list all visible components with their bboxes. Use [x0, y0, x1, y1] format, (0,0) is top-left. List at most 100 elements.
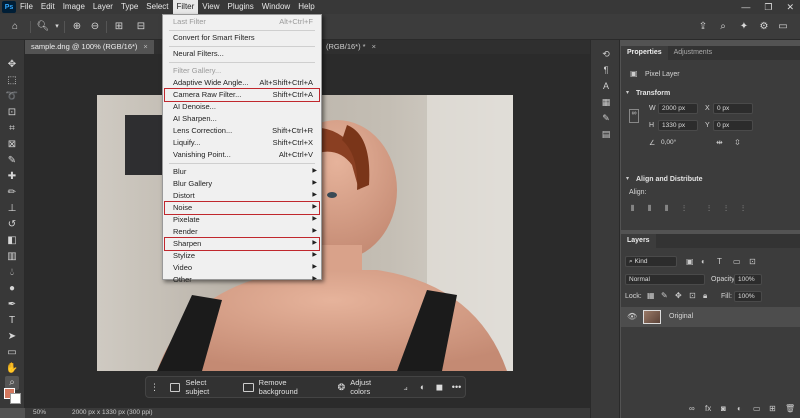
menu-filter[interactable]: Filter	[172, 0, 199, 14]
eyedropper-tool-icon[interactable]: ✎	[5, 154, 19, 168]
opacity-field[interactable]: 100%	[734, 274, 762, 285]
align-bottom-icon[interactable]: ⫶	[725, 204, 727, 214]
object-selection-tool-icon[interactable]: ⊡	[5, 106, 19, 120]
maximize-icon[interactable]: ❐	[764, 2, 772, 13]
close-icon[interactable]: ✕	[786, 2, 794, 13]
crop-tool-icon[interactable]: ⌗	[5, 122, 19, 136]
menu-view[interactable]: View	[198, 0, 223, 14]
rectangle-tool-icon[interactable]: ▭	[5, 346, 19, 360]
menu-item-ai-sharpen[interactable]: AI Sharpen...	[163, 113, 321, 125]
blend-mode-select[interactable]: Normal	[625, 274, 705, 285]
x-field[interactable]: 0 px	[713, 103, 753, 114]
menu-item-filter-gallery[interactable]: Filter Gallery...	[163, 65, 321, 77]
background-color-swatch[interactable]	[10, 393, 21, 404]
layer-name[interactable]: Original	[669, 313, 693, 320]
healing-brush-tool-icon[interactable]: ✚	[5, 170, 19, 184]
fit-screen-icon[interactable]: ⊞	[112, 20, 126, 34]
distribute-icon[interactable]: ⫶	[742, 204, 744, 214]
lock-artboard-icon[interactable]: ⊡	[689, 291, 696, 300]
gear-icon[interactable]: ⚙	[757, 20, 771, 34]
menu-item-blur[interactable]: Blur ▶	[163, 166, 321, 178]
lock-position-icon[interactable]: ✥	[675, 291, 682, 300]
home-icon[interactable]: ⌂	[8, 20, 22, 34]
tab-sample-dng[interactable]: sample.dng @ 100% (RGB/16*) ×	[25, 40, 154, 54]
y-field[interactable]: 0 px	[713, 120, 753, 131]
filter-shape-icon[interactable]: ▭	[733, 257, 741, 266]
align-center-v-icon[interactable]: ⫶	[708, 204, 710, 214]
learn-icon[interactable]: ✦	[737, 20, 751, 34]
tab-adjustments[interactable]: Adjustments	[668, 46, 719, 60]
fill-screen-icon[interactable]: ⊟	[134, 20, 148, 34]
dodge-tool-icon[interactable]: ●	[5, 282, 19, 296]
chevron-down-icon[interactable]: ▾	[626, 175, 629, 182]
tab-properties[interactable]: Properties	[621, 46, 668, 60]
workspace-icon[interactable]: ▭	[776, 20, 790, 34]
align-top-icon[interactable]: ⫶	[683, 204, 685, 214]
menu-item-render[interactable]: Render ▶	[163, 226, 321, 238]
tab-close-icon[interactable]: ×	[143, 42, 147, 51]
filter-pixel-icon[interactable]: ▣	[686, 257, 694, 266]
libraries-icon[interactable]: ▦	[600, 96, 612, 108]
more-options-button[interactable]: •••	[448, 382, 465, 392]
lock-transparent-icon[interactable]: ▦	[647, 291, 655, 300]
menu-item-blur-gallery[interactable]: Blur Gallery ▶	[163, 178, 321, 190]
minimize-icon[interactable]: —	[741, 2, 750, 12]
align-right-icon[interactable]: ⫴	[665, 204, 668, 214]
gradient-tool-icon[interactable]: ▥	[5, 250, 19, 264]
link-layers-icon[interactable]: ∞	[689, 404, 695, 413]
drag-handle-icon[interactable]: ⋮	[146, 382, 163, 393]
lock-all-icon[interactable]: 🔒︎	[703, 291, 707, 301]
filter-smart-object-icon[interactable]: ⊡	[749, 257, 756, 266]
adjustment-icon[interactable]: ◐	[414, 382, 431, 392]
paragraph-icon[interactable]: ¶	[600, 64, 612, 76]
lasso-tool-icon[interactable]: ➰	[5, 90, 19, 104]
select-subject-button[interactable]: Select subject	[163, 378, 236, 396]
transform-icon[interactable]: ⟓	[397, 382, 414, 393]
swatches-icon[interactable]: ▤	[600, 128, 612, 140]
menu-item-video[interactable]: Video ▶	[163, 262, 321, 274]
zoom-level[interactable]: 50%	[33, 408, 46, 418]
align-center-h-icon[interactable]: ⫴	[648, 204, 651, 214]
new-layer-icon[interactable]: ⊞	[769, 404, 776, 413]
menu-type[interactable]: Type	[117, 0, 142, 14]
menu-window[interactable]: Window	[258, 0, 294, 14]
menu-file[interactable]: File	[16, 0, 37, 14]
menu-item-ai-denoise[interactable]: AI Denoise...	[163, 101, 321, 113]
flip-horizontal-icon[interactable]: ⇹	[716, 138, 723, 147]
filter-adjustment-icon[interactable]: ◐	[701, 257, 706, 266]
menu-item-pixelate[interactable]: Pixelate ▶	[163, 214, 321, 226]
menu-item-distort[interactable]: Distort ▶	[163, 190, 321, 202]
menu-item-vanishing-point[interactable]: Vanishing Point... Alt+Ctrl+V	[163, 149, 321, 161]
menu-edit[interactable]: Edit	[37, 0, 59, 14]
menu-item-neural-filters[interactable]: Neural Filters...	[163, 48, 321, 60]
layer-filter-kind[interactable]: ⌕ Kind	[625, 256, 677, 267]
menu-plugins[interactable]: Plugins	[224, 0, 258, 14]
layer-style-icon[interactable]: fx	[705, 404, 711, 413]
history-brush-tool-icon[interactable]: ↺	[5, 218, 19, 232]
add-mask-icon[interactable]: ◙	[721, 404, 726, 413]
zoom-tool-icon[interactable]: 🔍︎	[36, 20, 50, 34]
blur-tool-icon[interactable]: 💧︎	[5, 266, 19, 280]
move-tool-icon[interactable]: ✥	[5, 58, 19, 72]
new-adjustment-icon[interactable]: ◐	[737, 404, 742, 413]
marquee-tool-icon[interactable]: ⬚	[5, 74, 19, 88]
zoom-in-icon[interactable]: ⊕	[70, 20, 84, 34]
hand-tool-icon[interactable]: ✋	[5, 362, 19, 376]
brush-tool-icon[interactable]: ✏	[5, 186, 19, 200]
menu-item-other[interactable]: Other ▶	[163, 274, 321, 284]
flip-vertical-icon[interactable]: ⇳	[734, 138, 741, 147]
filter-type-icon[interactable]: T	[717, 257, 722, 266]
photoshop-logo-icon[interactable]: Ps	[2, 1, 16, 13]
history-icon[interactable]: ⟲	[600, 48, 612, 60]
menu-item-convert-smart-filters[interactable]: Convert for Smart Filters	[163, 32, 321, 44]
menu-item-last-filter[interactable]: Last Filter Alt+Ctrl+F	[163, 16, 321, 28]
angle-field[interactable]: 0,00°	[658, 138, 688, 149]
width-field[interactable]: 2000 px	[658, 103, 698, 114]
menu-select[interactable]: Select	[142, 0, 172, 14]
new-group-icon[interactable]: ▭	[753, 404, 761, 413]
menu-layer[interactable]: Layer	[89, 0, 117, 14]
type-tool-icon[interactable]: T	[5, 314, 19, 328]
menu-item-stylize[interactable]: Stylize ▶	[163, 250, 321, 262]
tab-close-icon[interactable]: ×	[372, 42, 376, 51]
tab-layers[interactable]: Layers	[621, 234, 656, 248]
